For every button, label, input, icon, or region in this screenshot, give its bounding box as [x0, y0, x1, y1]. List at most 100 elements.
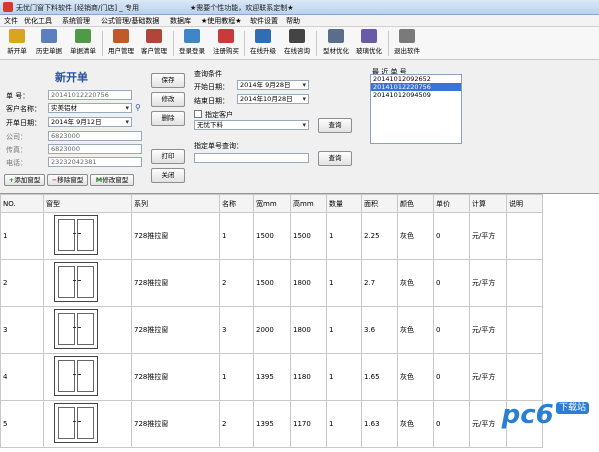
order-no-field[interactable]: 20141012220756 — [48, 90, 132, 100]
table-row[interactable]: 4 728推拉窗 1 1395 1180 1 1.65 灰色 0 元/平方 — [0, 353, 543, 401]
customer-manage-button[interactable]: 客户管理 — [138, 29, 170, 58]
cell-note — [506, 353, 543, 401]
remove-window-button[interactable]: −移除窗型 — [47, 174, 88, 186]
query-customer-select[interactable]: 无忧下料 — [194, 120, 309, 130]
cell-note — [506, 306, 543, 354]
col-qty[interactable]: 数量 — [326, 194, 362, 213]
col-area[interactable]: 面积 — [361, 194, 398, 213]
customer-select[interactable]: 实美铝材 — [48, 103, 132, 113]
specify-customer-checkbox[interactable] — [194, 110, 202, 118]
start-date-picker[interactable]: 2014年 9月28日 — [237, 80, 309, 90]
new-order-button[interactable]: 新开单 — [4, 29, 30, 58]
print-button[interactable]: 打印 — [151, 149, 185, 164]
toolbar-separator — [102, 31, 103, 56]
toolbar-label: 客户管理 — [141, 47, 167, 55]
col-price[interactable]: 单价 — [433, 194, 470, 213]
col-color[interactable]: 颜色 — [397, 194, 434, 213]
table-row[interactable]: 3 728推拉窗 3 2000 1800 1 3.6 灰色 0 元/平方 — [0, 306, 543, 354]
cell-area: 1.63 — [361, 400, 398, 448]
menu-system[interactable]: 系统管理 — [62, 16, 90, 26]
menu-optimize-tools[interactable]: 优化工具 — [24, 16, 52, 26]
customer-icon — [146, 29, 162, 43]
cell-color: 灰色 — [397, 353, 434, 401]
order-grid[interactable]: NO. 窗型 系列 名称 宽mm 高mm 数量 面积 颜色 单价 计算 说明 1… — [0, 193, 599, 452]
glass-optimize-button[interactable]: 玻璃优化 — [353, 29, 385, 58]
col-window-type[interactable]: 窗型 — [43, 194, 132, 213]
watermark-text: pc6 — [501, 400, 554, 430]
cell-price: 0 — [433, 353, 470, 401]
exit-button[interactable]: 退出软件 — [391, 29, 423, 58]
new-order-icon — [9, 29, 25, 43]
close-button[interactable]: 关闭 — [151, 168, 185, 183]
col-no[interactable]: NO. — [0, 194, 44, 213]
list-item[interactable]: 20141012092652 — [371, 75, 461, 83]
cell-calc: 元/平方 — [469, 306, 507, 354]
cell-price: 0 — [433, 212, 470, 260]
order-query-input[interactable] — [194, 153, 309, 163]
company-field[interactable]: 6823000 — [48, 131, 142, 141]
add-window-button[interactable]: +添加窗型 — [4, 174, 45, 186]
user-icon — [113, 29, 129, 43]
menu-help[interactable]: 帮助 — [286, 16, 300, 26]
query-button[interactable]: 查询 — [318, 118, 352, 133]
col-series[interactable]: 系列 — [131, 194, 220, 213]
register-button[interactable]: 注册购买 — [210, 29, 242, 58]
window-notice: ★需要个性功能，欢迎联系定制★ — [190, 4, 294, 12]
phone-label: 电话： — [6, 159, 27, 167]
history-button[interactable]: 历史单据 — [33, 29, 65, 58]
order-form-panel: 新开单 单 号： 20141012220756 客户名称： 实美铝材 ⚲ 开单日… — [0, 61, 599, 192]
cell-window-type — [43, 306, 132, 354]
fax-field[interactable]: 6823000 — [48, 144, 142, 154]
menu-database[interactable]: 数据库 — [170, 16, 191, 26]
login-button[interactable]: 登录登录 — [176, 29, 208, 58]
upgrade-button[interactable]: 在线升级 — [247, 29, 279, 58]
register-icon — [218, 29, 234, 43]
menu-bar: 文件 优化工具 系统管理 公式管理/基础数据 数据库 ★使用教程★ 软件设置 帮… — [0, 15, 599, 27]
menu-file[interactable]: 文件 — [4, 16, 18, 26]
save-button[interactable]: 保存 — [151, 73, 185, 88]
toolbar-separator — [244, 31, 245, 56]
cell-calc: 元/平方 — [469, 212, 507, 260]
consult-button[interactable]: 在线咨询 — [281, 29, 313, 58]
cell-color: 灰色 — [397, 212, 434, 260]
menu-tutorial[interactable]: ★使用教程★ — [201, 16, 242, 26]
query-button-2[interactable]: 查询 — [318, 151, 352, 166]
sliding-window-diagram — [54, 356, 98, 396]
phone-field[interactable]: 23232042381 — [48, 157, 142, 167]
cell-window-type — [43, 400, 132, 448]
col-calc[interactable]: 计算 — [469, 194, 507, 213]
cell-width: 2000 — [253, 306, 291, 354]
col-name[interactable]: 名称 — [219, 194, 254, 213]
end-date-picker[interactable]: 2014年10月28日 — [237, 94, 309, 104]
cell-note — [506, 212, 543, 260]
profile-optimize-icon — [328, 29, 344, 43]
list-item[interactable]: 20141012094509 — [371, 91, 461, 99]
menu-formula[interactable]: 公式管理/基础数据 — [101, 16, 159, 26]
recent-order-list[interactable]: 20141012092652 20141012220756 2014101209… — [370, 74, 462, 144]
cell-height: 1500 — [290, 212, 327, 260]
delete-button[interactable]: 删除 — [151, 111, 185, 126]
col-height[interactable]: 高mm — [290, 194, 327, 213]
table-row[interactable]: 1 728推拉窗 1 1500 1500 1 2.25 灰色 0 元/平方 — [0, 212, 543, 260]
profile-optimize-button[interactable]: 型材优化 — [320, 29, 352, 58]
exit-icon — [399, 29, 415, 43]
company-label: 公司： — [6, 133, 27, 141]
col-note[interactable]: 说明 — [506, 194, 543, 213]
edit-window-button[interactable]: M修改窗型 — [90, 174, 134, 186]
search-icon[interactable]: ⚲ — [135, 103, 141, 112]
order-list-button[interactable]: 单据清单 — [67, 29, 99, 58]
order-date-picker[interactable]: 2014年 9月12日 — [48, 117, 132, 127]
menu-settings[interactable]: 软件设置 — [250, 16, 278, 26]
cell-qty: 1 — [326, 306, 362, 354]
sliding-window-diagram — [54, 262, 98, 302]
modify-button[interactable]: 修改 — [151, 92, 185, 107]
user-manage-button[interactable]: 用户管理 — [105, 29, 137, 58]
cell-width: 1395 — [253, 400, 291, 448]
table-row[interactable]: 5 728推拉窗 2 1395 1170 1 1.63 灰色 0 元/平方 — [0, 400, 543, 448]
col-width[interactable]: 宽mm — [253, 194, 291, 213]
upgrade-icon — [255, 29, 271, 43]
cell-no: 5 — [0, 400, 44, 448]
title-bar: 无忧门窗下料软件 [经销商/门店] _ 专用 ★需要个性功能，欢迎联系定制★ — [0, 0, 599, 15]
table-row[interactable]: 2 728推拉窗 2 1500 1800 1 2.7 灰色 0 元/平方 — [0, 259, 543, 307]
list-item[interactable]: 20141012220756 — [371, 83, 461, 91]
